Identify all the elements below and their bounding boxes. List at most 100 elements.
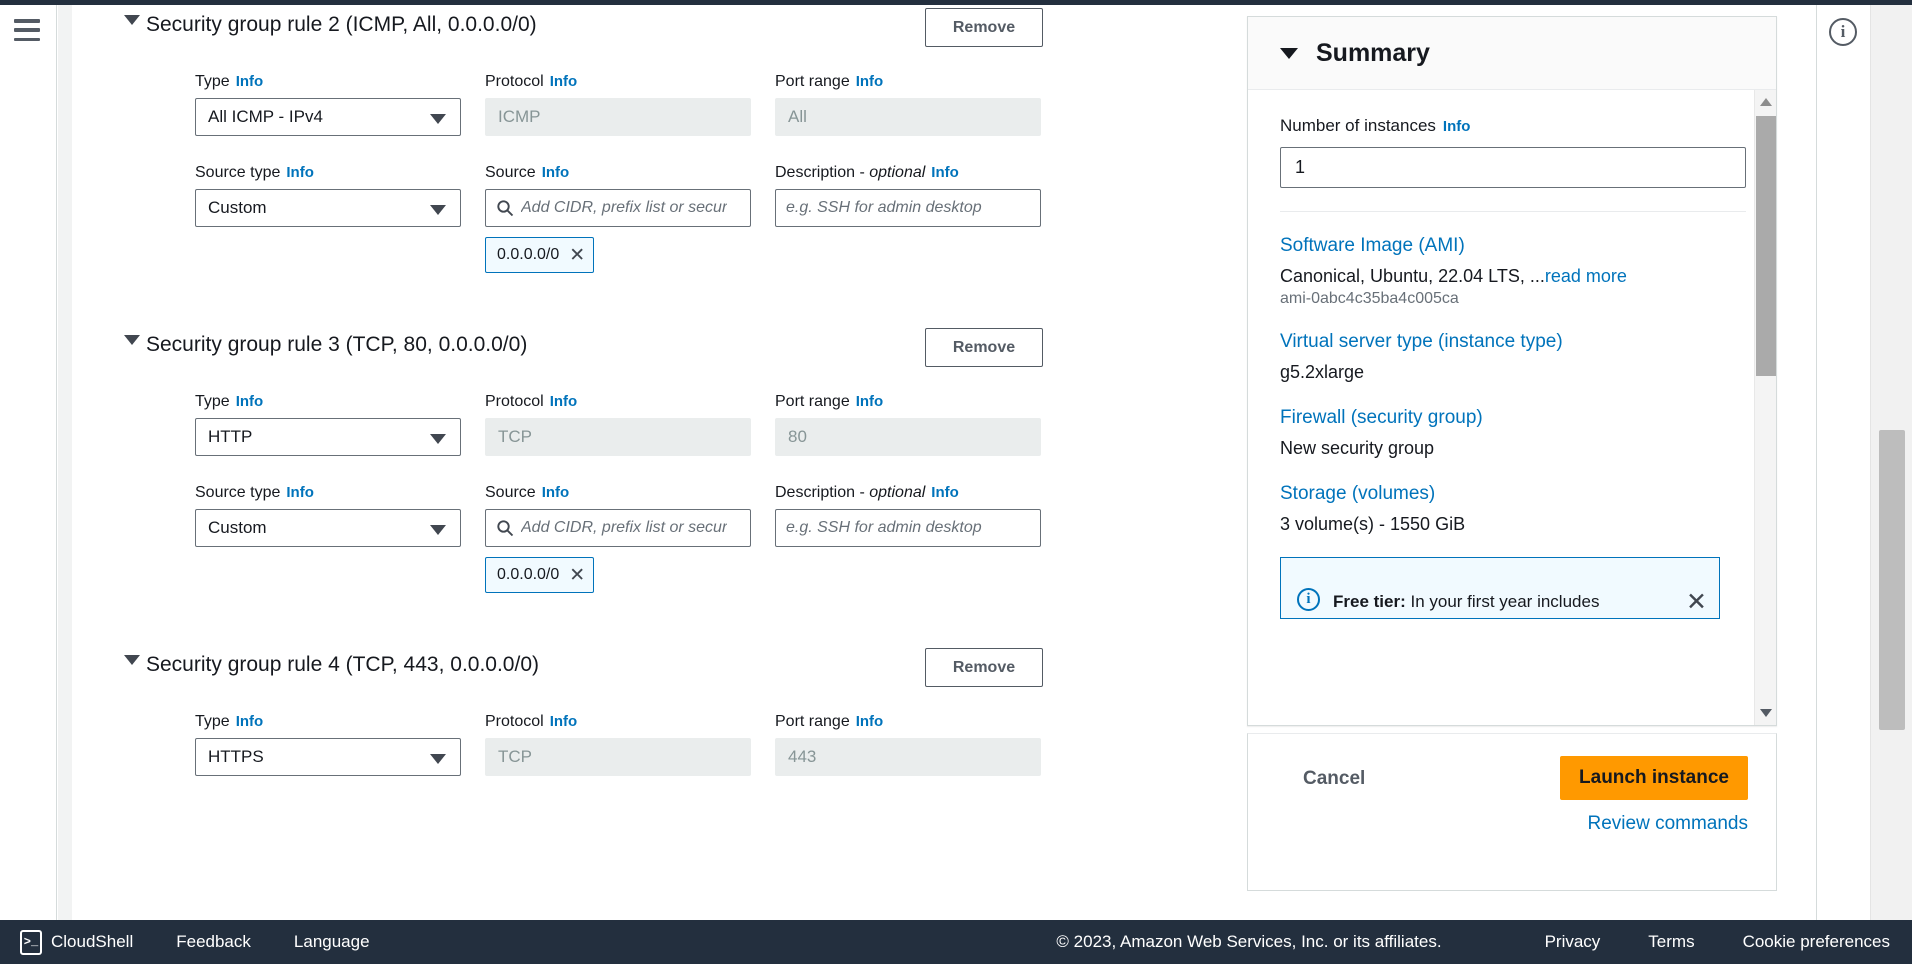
port-range-label: Port range Info [775,713,884,730]
source-field: Source Info Add CIDR, prefix list or secu… [485,484,751,593]
info-link[interactable]: Info [236,713,264,730]
storage-link[interactable]: Storage (volumes) [1280,483,1744,505]
read-more-link[interactable]: read more [1545,266,1627,286]
page-scrollbar[interactable] [1870,5,1912,940]
type-select-value: HTTPS [208,747,264,766]
protocol-field: Protocol Info TCP [485,393,751,456]
copyright-text: © 2023, Amazon Web Services, Inc. or its… [1056,932,1442,951]
info-link[interactable]: Info [542,484,570,501]
terms-link[interactable]: Terms [1648,932,1694,952]
type-select-value: HTTP [208,427,253,446]
info-link[interactable]: Info [550,393,578,410]
port-range-label: Port range Info [775,393,884,410]
language-link[interactable]: Language [294,932,370,952]
remove-button[interactable]: Remove [925,8,1043,47]
summary-panel: Summary Number of instances Info 1 Softwa… [1247,16,1777,726]
info-link[interactable]: Info [550,73,578,90]
source-type-label: Source type Info [195,484,314,501]
info-link[interactable]: Info [1443,118,1471,135]
summary-body: Number of instances Info 1 Software Image… [1248,90,1776,725]
port-range-value: 443 [775,738,1041,776]
description-placeholder: e.g. SSH for admin desktop [786,519,982,536]
info-link[interactable]: Info [542,164,570,181]
info-link[interactable]: Info [856,73,884,90]
remove-button[interactable]: Remove [925,328,1043,367]
info-circle-icon: i [1297,588,1320,611]
description-placeholder: e.g. SSH for admin desktop [786,199,982,216]
description-input[interactable]: e.g. SSH for admin desktop [775,189,1041,227]
number-of-instances-input[interactable]: 1 [1280,147,1746,188]
info-link[interactable]: Info [931,164,959,181]
source-input[interactable]: Add CIDR, prefix list or secur [485,189,751,227]
collapse-caret-icon[interactable] [1280,47,1298,59]
scroll-down-icon[interactable] [1760,709,1772,717]
privacy-link[interactable]: Privacy [1545,932,1601,952]
rule-title: Security group rule 4 (TCP, 443, 0.0.0.0… [146,653,539,676]
scroll-up-icon[interactable] [1760,98,1772,106]
port-range-field: Port range Info 443 [775,713,1041,776]
review-commands-link[interactable]: Review commands [1588,813,1749,835]
type-select[interactable]: HTTP [195,418,461,456]
software-image-link[interactable]: Software Image (AMI) [1280,235,1744,257]
instance-type-link[interactable]: Virtual server type (instance type) [1280,331,1744,353]
port-range-label: Port range Info [775,73,884,90]
info-link[interactable]: Info [550,713,578,730]
info-link[interactable]: Info [236,73,264,90]
summary-scrollbar[interactable] [1754,90,1776,725]
info-link[interactable]: Info [931,484,959,501]
storage-value: 3 volume(s) - 1550 GiB [1280,514,1466,534]
left-navigation-rail [0,5,57,940]
type-select[interactable]: All ICMP - IPv4 [195,98,461,136]
rule-fields-row-2: Source type Info Custom Source Info Add CI… [72,164,1248,275]
info-link[interactable]: Info [856,393,884,410]
close-icon[interactable]: ✕ [1686,590,1707,615]
type-label: Type Info [195,73,264,90]
firewall-link[interactable]: Firewall (security group) [1280,407,1744,429]
hamburger-icon[interactable] [14,19,40,41]
chevron-down-icon [430,754,446,764]
info-link[interactable]: Info [856,713,884,730]
info-link[interactable]: Info [236,393,264,410]
main-content-scroll-area: Security group rule 2 (ICMP, All, 0.0.0.… [72,5,1248,940]
collapse-caret-icon[interactable] [124,335,140,345]
aws-launch-instance-page: Security group rule 2 (ICMP, All, 0.0.0.… [0,0,1912,964]
security-group-rule-4: Security group rule 4 (TCP, 443, 0.0.0.0… [72,648,1248,778]
remove-token-icon[interactable]: ✕ [569,566,585,585]
type-select[interactable]: HTTPS [195,738,461,776]
protocol-value: TCP [485,418,751,456]
cookie-preferences-link[interactable]: Cookie preferences [1743,932,1890,952]
source-token-label: 0.0.0.0/0 [497,246,560,263]
type-label: Type Info [195,713,264,730]
collapse-caret-icon[interactable] [124,15,140,25]
source-type-value: Custom [208,198,267,217]
info-circle-icon[interactable]: i [1829,18,1857,46]
launch-instance-button[interactable]: Launch instance [1560,756,1748,800]
source-type-select[interactable]: Custom [195,189,461,227]
description-input[interactable]: e.g. SSH for admin desktop [775,509,1041,547]
security-group-rule-3: Security group rule 3 (TCP, 80, 0.0.0.0/… [72,328,1248,595]
chevron-down-icon [430,434,446,444]
info-link[interactable]: Info [286,164,314,181]
number-of-instances-value: 1 [1295,157,1306,177]
security-group-rule-2: Security group rule 2 (ICMP, All, 0.0.0.… [72,5,1248,275]
collapse-caret-icon[interactable] [124,655,140,665]
remove-button[interactable]: Remove [925,648,1043,687]
protocol-value: TCP [485,738,751,776]
page-scroll-thumb[interactable] [1879,430,1905,730]
source-type-field: Source type Info Custom [195,484,461,593]
number-of-instances-label: Number of instances Info [1280,116,1471,135]
cloudshell-button[interactable]: >_ CloudShell [20,929,133,955]
source-input[interactable]: Add CIDR, prefix list or secur [485,509,751,547]
page-footer: >_ CloudShell Feedback Language © 2023, … [0,920,1912,964]
firewall-value: New security group [1280,438,1435,458]
software-image-value: Canonical, Ubuntu, 22.04 LTS, ...read mo… [1280,266,1627,286]
source-field: Source Info Add CIDR, prefix list or secu… [485,164,751,273]
port-range-value: All [775,98,1041,136]
info-link[interactable]: Info [286,484,314,501]
summary-scroll-thumb[interactable] [1756,116,1776,376]
cancel-button[interactable]: Cancel [1303,768,1365,790]
remove-token-icon[interactable]: ✕ [569,246,585,265]
feedback-link[interactable]: Feedback [176,932,251,952]
source-type-select[interactable]: Custom [195,509,461,547]
source-token: 0.0.0.0/0 ✕ [485,557,595,593]
